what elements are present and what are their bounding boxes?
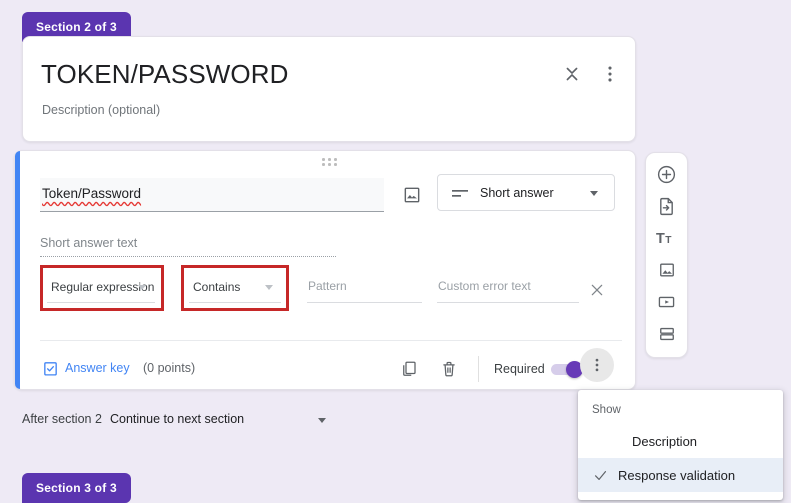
- add-image-button[interactable]: [655, 258, 679, 282]
- chevron-down-icon: [318, 418, 326, 423]
- short-answer-icon: [452, 190, 468, 197]
- menu-item-description-label: Description: [632, 433, 698, 449]
- menu-item-response-validation[interactable]: Response validation: [578, 458, 783, 492]
- insert-image-icon[interactable]: [402, 185, 422, 205]
- answer-key-button[interactable]: Answer key: [65, 361, 130, 375]
- footer-divider: [478, 356, 479, 382]
- next-section-select[interactable]: Continue to next section: [110, 410, 330, 432]
- validation-pattern-placeholder: Pattern: [308, 279, 347, 293]
- question-title-value: Token/Password: [42, 186, 142, 201]
- validation-condition-select[interactable]: Contains: [189, 273, 281, 303]
- svg-text:T: T: [656, 231, 665, 247]
- section-description-input[interactable]: Description (optional): [42, 103, 160, 117]
- question-title-input[interactable]: Token/Password: [40, 178, 384, 212]
- question-accent-bar: [15, 151, 20, 389]
- question-type-select[interactable]: Short answer: [437, 174, 615, 211]
- short-answer-placeholder: Short answer text: [40, 236, 138, 250]
- add-video-button[interactable]: [655, 290, 679, 314]
- show-options-menu[interactable]: Show Description Response validation: [578, 390, 783, 500]
- menu-header: Show: [592, 404, 621, 416]
- add-section-button[interactable]: [655, 322, 679, 346]
- next-section-value: Continue to next section: [110, 412, 245, 426]
- duplicate-icon[interactable]: [400, 360, 418, 378]
- points-label: (0 points): [143, 361, 196, 375]
- validation-error-placeholder: Custom error text: [438, 279, 531, 293]
- chevron-down-icon: [138, 285, 146, 290]
- validation-rule-type-select[interactable]: Regular expression: [47, 273, 155, 303]
- chevron-down-icon: [265, 285, 273, 290]
- header-more-vert-icon[interactable]: [599, 63, 621, 85]
- question-more-vert-button[interactable]: [580, 348, 614, 382]
- question-editor-toolbar[interactable]: T T: [645, 152, 688, 358]
- add-title-description-button[interactable]: T T: [655, 226, 679, 250]
- section-header-card[interactable]: TOKEN/PASSWORD Description (optional): [22, 36, 636, 142]
- section-tab-bottom[interactable]: Section 3 of 3: [22, 473, 131, 503]
- add-question-button[interactable]: [655, 162, 679, 186]
- short-answer-preview: Short answer text: [40, 236, 336, 257]
- svg-text:T: T: [665, 235, 672, 246]
- validation-condition-label: Contains: [193, 280, 241, 294]
- check-icon: [592, 467, 618, 484]
- collapse-chevrons-icon[interactable]: [561, 63, 583, 85]
- question-type-label: Short answer: [480, 186, 554, 200]
- validation-pattern-input[interactable]: Pattern: [307, 277, 422, 303]
- validation-error-text-input[interactable]: Custom error text: [437, 277, 579, 303]
- validation-close-icon[interactable]: [589, 282, 605, 298]
- menu-item-response-validation-label: Response validation: [618, 467, 736, 483]
- short-answer-dotted-line: [40, 256, 336, 257]
- menu-item-description[interactable]: Description: [578, 424, 783, 458]
- after-section-label: After section 2: [22, 412, 102, 426]
- delete-trash-icon[interactable]: [440, 360, 458, 378]
- drag-handle-dots-icon[interactable]: [322, 158, 338, 168]
- chevron-down-icon: [590, 191, 598, 196]
- import-questions-button[interactable]: [655, 194, 679, 218]
- page-title: TOKEN/PASSWORD: [41, 59, 289, 89]
- answer-key-clipboard-icon[interactable]: [42, 360, 59, 377]
- required-label: Required: [494, 362, 545, 376]
- question-divider: [40, 340, 622, 341]
